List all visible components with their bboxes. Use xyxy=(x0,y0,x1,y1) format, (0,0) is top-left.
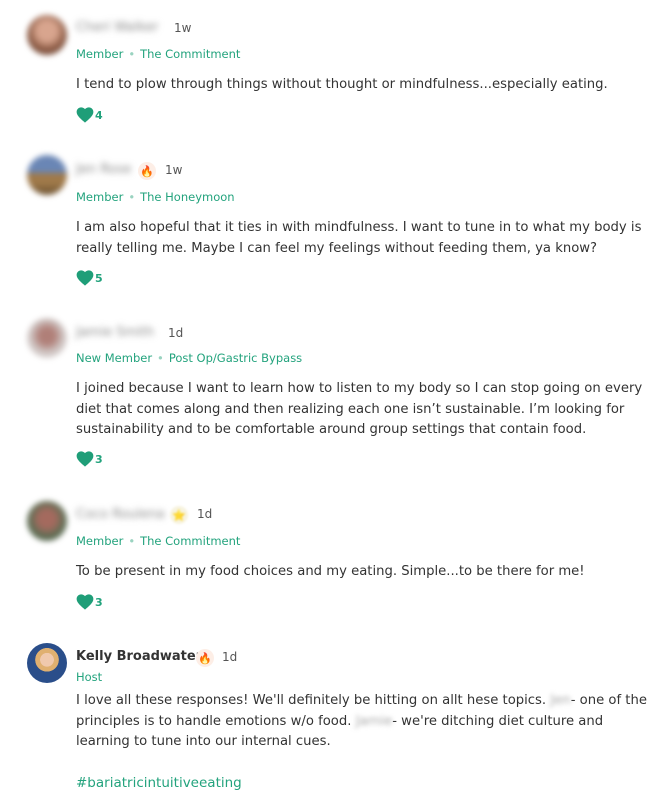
author-name[interactable]: Jen Rose xyxy=(76,162,131,177)
like-count: 3 xyxy=(95,452,103,466)
like-count: 3 xyxy=(95,595,103,609)
fire-icon: 🔥 xyxy=(138,162,156,180)
heart-icon xyxy=(76,270,94,286)
comment-text: I love all these responses! We'll defini… xyxy=(76,691,656,753)
avatar[interactable] xyxy=(27,643,67,683)
member-meta: Member • The Commitment xyxy=(76,534,241,548)
user-mention[interactable]: Jen xyxy=(550,691,570,712)
like-count: 5 xyxy=(95,271,103,285)
author-name[interactable]: Jamie Smith xyxy=(76,325,154,340)
like-button[interactable]: 4 xyxy=(76,107,103,123)
member-meta: New Member • Post Op/Gastric Bypass xyxy=(76,351,303,365)
avatar[interactable] xyxy=(27,318,67,358)
member-meta: Member • The Honeymoon xyxy=(76,190,235,204)
heart-icon xyxy=(76,594,94,610)
like-button[interactable]: 3 xyxy=(76,594,103,610)
comment-text: To be present in my food choices and my … xyxy=(76,564,585,579)
timestamp: 1d xyxy=(197,507,213,521)
avatar[interactable] xyxy=(27,15,67,55)
author-name[interactable]: Coco Roulena xyxy=(76,507,165,522)
member-group: Post Op/Gastric Bypass xyxy=(168,351,303,365)
member-role: Member xyxy=(76,190,124,204)
timestamp: 1d xyxy=(222,650,238,664)
avatar[interactable] xyxy=(27,155,67,195)
author-name[interactable]: Kelly Broadwater xyxy=(76,649,202,664)
heart-icon xyxy=(76,451,94,467)
comment-text: I tend to plow through things without th… xyxy=(76,77,608,92)
like-button[interactable]: 3 xyxy=(76,451,103,467)
timestamp: 1w xyxy=(174,21,192,35)
member-role: Member xyxy=(76,47,124,61)
member-group: The Commitment xyxy=(140,534,241,548)
timestamp: 1w xyxy=(165,163,183,177)
star-icon: ⭐ xyxy=(170,506,188,524)
avatar[interactable] xyxy=(27,501,67,541)
like-count: 4 xyxy=(95,108,103,122)
timestamp: 1d xyxy=(168,326,184,340)
author-name[interactable]: Cheri Walker xyxy=(76,20,158,35)
heart-icon xyxy=(76,107,94,123)
comment-text: I joined because I want to learn how to … xyxy=(76,381,643,437)
user-mention[interactable]: Jamie xyxy=(356,712,393,733)
comment-text-part: I love all these responses! We'll defini… xyxy=(76,693,547,708)
member-role: Host xyxy=(76,670,103,684)
fire-icon: 🔥 xyxy=(196,649,214,667)
member-role: Member xyxy=(76,534,124,548)
member-meta: Member • The Commitment xyxy=(76,47,241,61)
comment-text: I am also hopeful that it ties in with m… xyxy=(76,220,642,256)
member-group: The Commitment xyxy=(140,47,241,61)
like-button[interactable]: 5 xyxy=(76,270,103,286)
hashtag-link[interactable]: #bariatricintuitiveeating xyxy=(76,775,242,791)
member-group: The Honeymoon xyxy=(140,190,235,204)
member-role: New Member xyxy=(76,351,153,365)
